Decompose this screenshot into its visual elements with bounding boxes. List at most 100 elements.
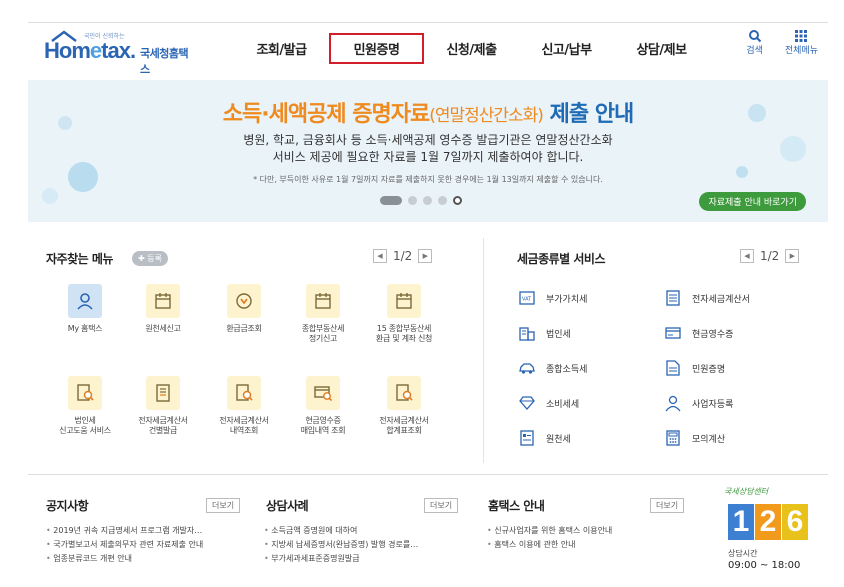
banner-dot[interactable] — [438, 196, 447, 205]
notice-item[interactable]: 업종분류코드 개편 안내 — [46, 552, 203, 566]
menu-cash-receipt-purchase[interactable]: 현금영수증 매입내역 조회 — [284, 376, 362, 436]
search-label: 검색 — [746, 46, 763, 56]
calculator-icon — [666, 430, 680, 446]
tax-civil-certificate[interactable]: 민원증명 — [664, 359, 725, 377]
tax-business-registration[interactable]: 사업자등록 — [664, 394, 733, 412]
call-center-number: 1 2 6 — [728, 504, 808, 540]
search-button[interactable]: 검색 — [746, 29, 763, 56]
notice-item[interactable]: 2019년 귀속 지급명세서 프로그램 개발자… — [46, 524, 203, 538]
tax-corporate[interactable]: 법인세 — [518, 324, 571, 342]
vat-icon: VAT — [519, 291, 535, 305]
nav-apply-submit[interactable]: 신청/제출 — [424, 33, 519, 64]
notice-more-button[interactable]: 더보기 — [206, 498, 241, 513]
tax-simulation[interactable]: 모의계산 — [664, 429, 725, 447]
guide-title: 홈택스 안내 — [488, 499, 545, 513]
calendar-icon — [306, 284, 340, 318]
svg-text:VAT: VAT — [522, 297, 532, 303]
consult-more-button[interactable]: 더보기 — [424, 498, 459, 513]
tax-e-invoice[interactable]: 전자세금계산서 — [664, 289, 750, 307]
consult-item[interactable]: 지방세 납세증명서(완납증명) 발행 경로를… — [264, 538, 418, 552]
consult-list: 소득금액 증명원에 대하여 지방세 납세증명서(완납증명) 발행 경로를… 부가… — [264, 524, 418, 566]
hometax-logo[interactable]: 국민이 신뢰하는 Hometax. 국세청홈택스 — [44, 30, 194, 76]
refund-icon — [227, 284, 261, 318]
tax-cash-receipt[interactable]: 현금영수증 — [664, 324, 733, 342]
tax-service-pager: ◀ 1/2 ▶ — [740, 249, 800, 263]
nav-report-pay[interactable]: 신고/납부 — [519, 33, 614, 64]
prev-page-button[interactable]: ◀ — [740, 249, 754, 263]
notice-title: 공지사항 — [46, 499, 89, 513]
banner-dot[interactable] — [423, 196, 432, 205]
calendar-icon — [146, 284, 180, 318]
invoice-icon — [146, 376, 180, 410]
banner-pause-dot[interactable] — [453, 196, 462, 205]
receipt-icon — [665, 327, 681, 339]
prev-page-button[interactable]: ◀ — [373, 249, 387, 263]
tax-consumption[interactable]: 소비세세 — [518, 394, 579, 412]
invoice-icon — [666, 290, 680, 306]
call-digit: 6 — [782, 504, 808, 540]
nav-consult-report[interactable]: 상담/제보 — [614, 33, 709, 64]
menu-my-hometax[interactable]: My 홈택스 — [46, 284, 124, 334]
tax-vat[interactable]: VAT 부가가치세 — [518, 289, 587, 307]
search-icon — [748, 30, 761, 43]
car-icon — [519, 363, 535, 374]
call-hours-label: 상담시간 — [728, 549, 758, 558]
document-icon — [666, 360, 680, 376]
guide-list: 신규사업자를 위한 홈택스 이용안내 홈택스 이용에 관한 안내 — [487, 524, 612, 552]
call-hours: 09:00 ~ 18:00 — [728, 560, 801, 571]
menu-property-tax-refund[interactable]: 15 종합부동산세 환급 및 계좌 신청 — [365, 284, 443, 344]
main-banner[interactable]: 소득·세액공제 증명자료(연말정산간소화) 제출 안내 병원, 학교, 금융회사… — [28, 80, 828, 222]
frequent-pager: ◀ 1/2 ▶ — [373, 249, 433, 263]
call-digit: 2 — [755, 504, 781, 540]
tax-withholding[interactable]: 원천세 — [518, 429, 571, 447]
bottom-divider — [28, 474, 828, 475]
card-search-icon — [306, 376, 340, 410]
menu-refund-inquiry[interactable]: 환급금조회 — [205, 284, 283, 334]
notice-item[interactable]: 국가별보고서 제출의무자 관련 자료제출 안내 — [46, 538, 203, 552]
register-badge[interactable]: ✚ 등록 — [132, 251, 168, 266]
grid-icon — [795, 30, 808, 42]
main-nav: 조회/발급 민원증명 신청/제출 신고/납부 상담/제보 — [234, 33, 709, 64]
all-menu-button[interactable]: 전체메뉴 — [785, 29, 818, 56]
menu-e-invoice-issue[interactable]: 전자세금계산서 건별발급 — [124, 376, 202, 436]
person-icon — [68, 284, 102, 318]
consult-title: 상담사례 — [266, 499, 309, 513]
call-center-heading: 국세상담센터 — [724, 487, 769, 496]
call-center-card[interactable]: 국세상담센터 1 2 6 상담시간 09:00 ~ 18:00 — [724, 486, 824, 582]
logo-wordmark: Hometax. — [44, 38, 136, 63]
banner-dot-active[interactable] — [380, 196, 402, 205]
banner-subtitle: 병원, 학교, 금융회사 등 소득·세액공제 영수증 발급기관은 연말정산간소화… — [243, 133, 613, 164]
notice-list: 2019년 귀속 지급명세서 프로그램 개발자… 국가별보고서 제출의무자 관련… — [46, 524, 203, 566]
banner-shortcut-button[interactable]: 자료제출 안내 바로가기 — [699, 192, 806, 211]
frequent-menu-title: 자주찾는 메뉴 — [46, 252, 113, 266]
building-icon — [519, 327, 535, 341]
site-header: 국민이 신뢰하는 Hometax. 국세청홈택스 조회/발급 민원증명 신청/제… — [28, 22, 828, 76]
menu-e-invoice-summary[interactable]: 전자세금계산서 합계표조회 — [365, 376, 443, 436]
diamond-icon — [519, 396, 535, 410]
banner-note: * 다만, 부득이한 사유로 1월 7일까지 자료를 제출하지 못한 경우에는 … — [253, 175, 603, 184]
consult-item[interactable]: 부가세과세표준증명원발급 — [264, 552, 418, 566]
page-indicator: 1/2 — [760, 249, 780, 263]
tax-income[interactable]: 종합소득세 — [518, 359, 587, 377]
calendar-icon — [387, 284, 421, 318]
menu-comprehensive-property-tax[interactable]: 종합부동산세 정기신고 — [284, 284, 362, 344]
call-digit: 1 — [728, 504, 754, 540]
guide-more-button[interactable]: 더보기 — [650, 498, 685, 513]
banner-pagination — [380, 196, 462, 205]
consult-item[interactable]: 소득금액 증명원에 대하여 — [264, 524, 418, 538]
guide-item[interactable]: 신규사업자를 위한 홈택스 이용안내 — [487, 524, 612, 538]
menu-withholding-report[interactable]: 원천세신고 — [124, 284, 202, 334]
form-icon — [520, 430, 534, 446]
nav-civil-certificate[interactable]: 민원증명 — [329, 33, 424, 64]
menu-corporate-tax-help[interactable]: 법인세 신고도움 서비스 — [46, 376, 124, 436]
next-page-button[interactable]: ▶ — [418, 249, 433, 263]
header-tools: 검색 전체메뉴 — [746, 29, 818, 56]
nav-inquiry-issue[interactable]: 조회/발급 — [234, 33, 329, 64]
next-page-button[interactable]: ▶ — [785, 249, 800, 263]
all-menu-label: 전체메뉴 — [784, 46, 818, 56]
logo-name: 국세청홈택스 — [140, 47, 189, 76]
menu-e-invoice-history[interactable]: 전자세금계산서 내역조회 — [205, 376, 283, 436]
banner-dot[interactable] — [408, 196, 417, 205]
panel-divider — [483, 238, 484, 463]
guide-item[interactable]: 홈택스 이용에 관한 안내 — [487, 538, 612, 552]
